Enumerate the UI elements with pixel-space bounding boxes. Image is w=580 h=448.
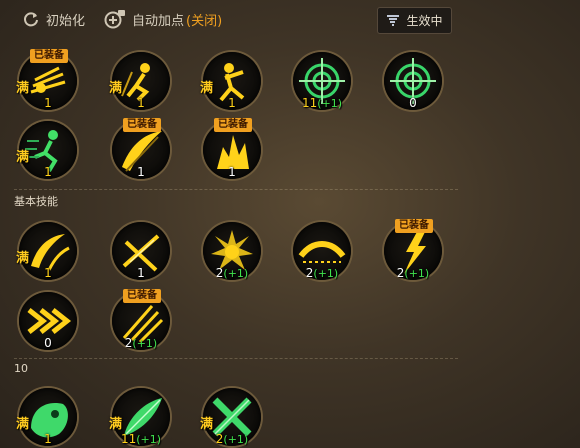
maxed-label: 满 <box>16 417 30 432</box>
skill-level-value: 1 <box>44 432 52 446</box>
skill-level-bonus: (+1) <box>132 337 158 350</box>
effect-button[interactable]: 生效中 <box>377 7 452 34</box>
skill-level-bonus: (+1) <box>317 97 343 110</box>
section-title-basic: 基本技能 <box>14 195 58 208</box>
skill-level: 0 <box>384 96 442 110</box>
refresh-icon <box>24 12 38 27</box>
reset-button[interactable]: 初始化 <box>22 8 85 30</box>
skill-level: 2(+1) <box>384 266 442 280</box>
auto-assign-button[interactable]: 自动加点 (关闭) <box>104 8 222 30</box>
section-divider <box>14 358 458 359</box>
skill-level: 2(+1) <box>203 432 261 446</box>
skill-slot[interactable]: 2(+1) <box>293 222 351 280</box>
skill-level: 0 <box>19 336 77 350</box>
skill-slot[interactable]: 满 已装备 1 <box>16 49 77 110</box>
skill-level-value: 1 <box>137 266 145 280</box>
tornado-icon <box>387 14 400 26</box>
section-divider <box>14 189 458 190</box>
skill-level-bonus: (+1) <box>223 433 249 446</box>
skill-slot[interactable]: 满1 <box>16 121 77 179</box>
skill-slot[interactable]: 1 <box>112 222 170 280</box>
skill-level: 1 <box>19 165 77 179</box>
equipped-badge: 已装备 <box>123 118 161 132</box>
skill-level-value: 11 <box>120 432 137 446</box>
equipped-badge: 已装备 <box>395 219 433 233</box>
skill-slot[interactable]: 满1 <box>16 222 77 280</box>
toolbar: 初始化 自动加点 (关闭) 生效中 <box>0 0 580 38</box>
auto-plus-icon <box>104 10 125 29</box>
skill-level-value: 1 <box>44 96 52 110</box>
skill-level-value: 0 <box>44 336 52 350</box>
skill-level-bonus: (+1) <box>313 267 339 280</box>
skill-level: 11(+1) <box>293 96 351 110</box>
skill-level-value: 1 <box>228 96 236 110</box>
skill-level-bonus: (+1) <box>404 267 430 280</box>
auto-assign-label: 自动加点 <box>132 13 185 29</box>
section-title-10: 10 <box>14 362 28 375</box>
skill-slot[interactable]: 0 <box>384 52 442 110</box>
equipped-badge: 已装备 <box>214 118 252 132</box>
maxed-label: 满 <box>16 81 30 96</box>
auto-assign-state: (关闭) <box>186 13 223 29</box>
reset-label: 初始化 <box>46 13 86 29</box>
skill-level-value: 0 <box>409 96 417 110</box>
maxed-label: 满 <box>16 251 30 266</box>
maxed-label: 满 <box>16 150 30 165</box>
skill-level-bonus: (+1) <box>223 267 249 280</box>
skill-level-value: 1 <box>44 165 52 179</box>
skill-level: 1 <box>19 96 77 110</box>
skill-slot[interactable]: 已装备 1 <box>112 118 170 179</box>
maxed-label: 满 <box>200 81 214 96</box>
skill-level: 11(+1) <box>112 432 170 446</box>
skill-slot[interactable]: 满1 <box>109 52 170 110</box>
skill-level-value: 11 <box>301 96 318 110</box>
skill-slot[interactable]: 满1 <box>200 52 261 110</box>
skill-level-value: 1 <box>137 165 145 179</box>
skill-level: 1 <box>112 165 170 179</box>
skill-level: 1 <box>203 165 261 179</box>
skill-level: 2(+1) <box>112 336 170 350</box>
equipped-badge: 已装备 <box>30 49 68 63</box>
equipped-badge: 已装备 <box>123 289 161 303</box>
skill-level-value: 1 <box>137 96 145 110</box>
skill-level: 2(+1) <box>203 266 261 280</box>
skill-slot[interactable]: 11(+1) <box>293 52 351 110</box>
skill-slot[interactable]: 满 11(+1) <box>109 388 170 446</box>
skill-slot[interactable]: 已装备 1 <box>203 118 261 179</box>
skill-slot[interactable]: 0 <box>19 292 77 350</box>
skill-level-bonus: (+1) <box>136 433 162 446</box>
effect-label: 生效中 <box>406 14 443 28</box>
skill-slot[interactable]: 已装备 2(+1) <box>384 219 442 280</box>
skill-level: 1 <box>19 266 77 280</box>
maxed-label: 满 <box>109 417 123 432</box>
skill-level-value: 1 <box>44 266 52 280</box>
skill-slot[interactable]: 已装备 2(+1) <box>112 289 170 350</box>
skill-level: 1 <box>19 432 77 446</box>
skill-level-value: 1 <box>228 165 236 179</box>
skill-slot[interactable]: 满1 <box>16 388 77 446</box>
skill-level: 1 <box>112 266 170 280</box>
skill-level: 1 <box>203 96 261 110</box>
skill-level: 1 <box>112 96 170 110</box>
skill-level: 2(+1) <box>293 266 351 280</box>
skill-slot[interactable]: 满 2(+1) <box>200 388 261 446</box>
maxed-label: 满 <box>109 81 123 96</box>
maxed-label: 满 <box>200 417 214 432</box>
skill-slot[interactable]: 2(+1) <box>203 222 261 280</box>
